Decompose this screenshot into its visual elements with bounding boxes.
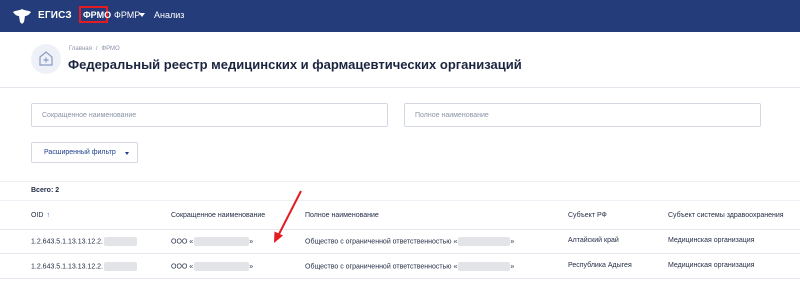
annotation-arrow-icon: [274, 190, 302, 243]
